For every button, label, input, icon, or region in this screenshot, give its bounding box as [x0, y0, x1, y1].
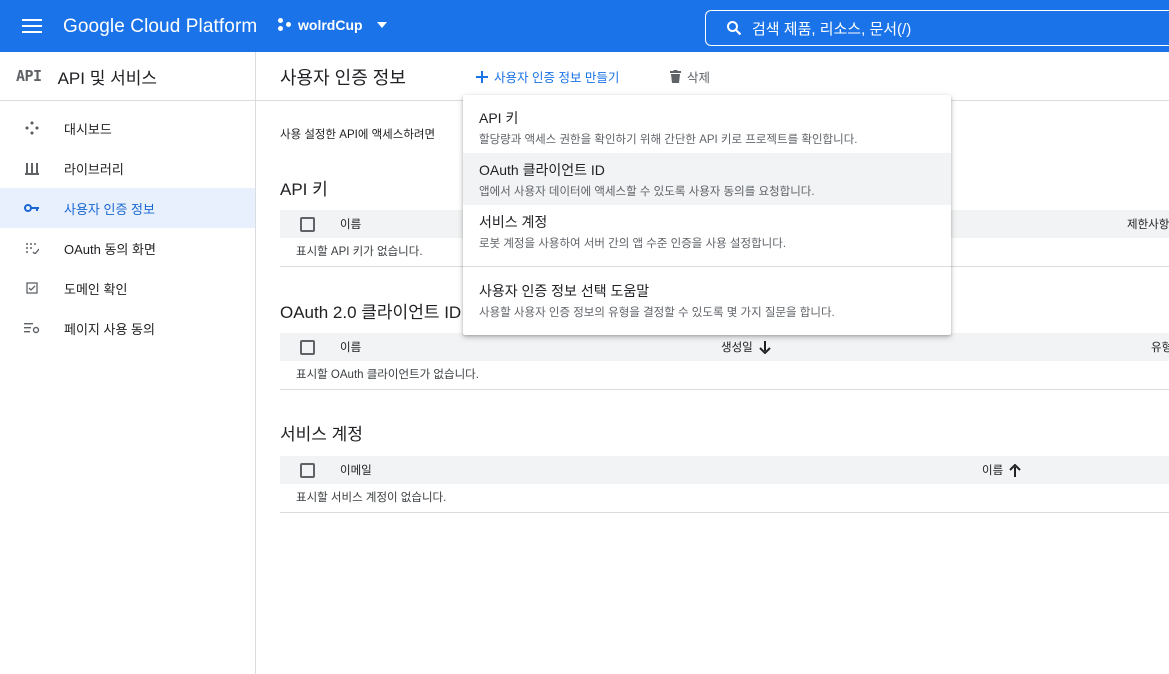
action-bar: 사용자 인증 정보 사용자 인증 정보 만들기 삭제: [256, 52, 1169, 101]
sidebar-item-credentials[interactable]: 사용자 인증 정보: [0, 188, 255, 228]
arrow-up-icon: [1009, 463, 1021, 477]
menu-item-oauth-client-id[interactable]: OAuth 클라이언트 ID 앱에서 사용자 데이터에 액세스할 수 있도록 사…: [463, 153, 951, 205]
menu-icon[interactable]: [22, 19, 42, 33]
sidebar-item-label: 사용자 인증 정보: [64, 201, 155, 217]
sidebar-item-domain-verification[interactable]: 도메인 확인: [0, 268, 255, 308]
menu-item-title: 서비스 계정: [479, 214, 548, 230]
arrow-down-icon: [759, 340, 771, 354]
sidebar-item-library[interactable]: 라이브러리: [0, 148, 255, 188]
sidebar-item-oauth-consent[interactable]: OAuth 동의 화면: [0, 228, 255, 268]
project-icon: [278, 18, 292, 32]
oauth-table-header: 이름 생성일 유형: [280, 333, 1169, 361]
dashboard-icon: [24, 120, 40, 136]
menu-item-title: OAuth 클라이언트 ID: [479, 162, 605, 178]
menu-item-service-account[interactable]: 서비스 계정 로봇 계정을 사용하여 서버 간의 앱 수준 인증을 사용 설정합…: [463, 205, 951, 257]
menu-item-desc: 로봇 계정을 사용하여 서버 간의 앱 수준 인증을 사용 설정합니다.: [479, 238, 787, 250]
service-accounts-table-header: 이메일 이름: [280, 456, 1169, 484]
col-name[interactable]: 이름: [340, 216, 361, 232]
menu-item-desc: 할당량과 액세스 권한을 확인하기 위해 간단한 API 키로 프로젝트를 확인…: [479, 134, 858, 146]
col-type[interactable]: 유형: [1151, 339, 1169, 355]
page-title: 사용자 인증 정보: [280, 68, 406, 88]
menu-divider: [463, 266, 951, 267]
col-created-date[interactable]: 생성일: [721, 339, 771, 355]
sidebar-item-dashboard[interactable]: 대시보드: [0, 108, 255, 148]
sidebar-item-label: OAuth 동의 화면: [64, 241, 156, 257]
sidebar-header: API API 및 서비스: [0, 52, 255, 101]
create-credentials-label: 사용자 인증 정보 만들기: [494, 71, 620, 85]
plus-icon: [476, 70, 488, 83]
caret-down-icon: [376, 22, 387, 28]
create-credentials-menu: API 키 할당량과 액세스 권한을 확인하기 위해 간단한 API 키로 프로…: [463, 95, 951, 335]
sidebar-item-label: 대시보드: [64, 121, 112, 137]
search-placeholder: 검색 제품, 리소스, 문서(/): [752, 20, 912, 38]
key-icon: [24, 200, 40, 216]
brand-title[interactable]: Google Cloud Platform: [63, 16, 257, 38]
menu-item-title: 사용자 인증 정보 선택 도움말: [479, 283, 650, 299]
oauth-empty: 표시할 OAuth 클라이언트가 없습니다.: [280, 361, 1169, 390]
delete-button[interactable]: 삭제: [670, 67, 710, 86]
sidebar: API API 및 서비스 대시보드 라이브러리 사용자 인증 정보 OAuth…: [0, 52, 256, 674]
col-name-label: 이름: [982, 465, 1004, 477]
api-keys-title: API 키: [280, 180, 328, 199]
menu-item-desc: 앱에서 사용자 데이터에 액세스할 수 있도록 사용자 동의를 요청합니다.: [479, 186, 815, 198]
select-all-checkbox[interactable]: [300, 216, 315, 232]
service-accounts-title: 서비스 계정: [280, 425, 363, 444]
sidebar-nav: 대시보드 라이브러리 사용자 인증 정보 OAuth 동의 화면 도메인 확인: [0, 101, 255, 348]
project-name: wolrdCup: [298, 17, 363, 33]
sidebar-item-label: 라이브러리: [64, 161, 124, 177]
create-credentials-button[interactable]: 사용자 인증 정보 만들기: [476, 67, 619, 86]
col-email[interactable]: 이메일: [340, 462, 372, 478]
sidebar-item-label: 도메인 확인: [64, 281, 128, 297]
col-created-label: 생성일: [721, 342, 753, 354]
search-input[interactable]: 검색 제품, 리소스, 문서(/): [705, 10, 1169, 46]
select-all-checkbox[interactable]: [300, 462, 315, 478]
api-logo: API: [16, 67, 42, 85]
checkbox-icon: [24, 280, 40, 296]
sidebar-title: API 및 서비스: [57, 68, 158, 88]
consent-icon: [24, 240, 40, 256]
service-accounts-empty: 표시할 서비스 계정이 없습니다.: [280, 484, 1169, 513]
col-name[interactable]: 이름: [340, 339, 361, 355]
menu-item-desc: 사용할 사용자 인증 정보의 유형을 결정할 수 있도록 몇 가지 질문을 합니…: [479, 307, 835, 319]
settings-list-icon: [24, 320, 40, 336]
search-icon: [727, 21, 742, 36]
oauth-title: OAuth 2.0 클라이언트 ID: [280, 303, 462, 322]
menu-item-help-me-choose[interactable]: 사용자 인증 정보 선택 도움말 사용할 사용자 인증 정보의 유형을 결정할 …: [463, 274, 951, 326]
sidebar-item-label: 페이지 사용 동의: [64, 321, 155, 337]
sidebar-item-page-usage-agreements[interactable]: 페이지 사용 동의: [0, 308, 255, 348]
delete-label: 삭제: [687, 71, 711, 85]
trash-icon: [670, 70, 681, 83]
menu-item-title: API 키: [479, 110, 519, 126]
library-icon: [24, 160, 40, 176]
col-name-sort[interactable]: 이름: [982, 462, 1021, 478]
project-selector[interactable]: wolrdCup: [278, 17, 387, 33]
top-app-bar: Google Cloud Platform wolrdCup 검색 제품, 리소…: [0, 0, 1169, 52]
col-restrictions[interactable]: 제한사항: [1127, 216, 1169, 232]
intro-text: 사용 설정한 API에 액세스하려면: [280, 129, 436, 141]
select-all-checkbox[interactable]: [300, 339, 315, 355]
menu-item-api-key[interactable]: API 키 할당량과 액세스 권한을 확인하기 위해 간단한 API 키로 프로…: [463, 101, 951, 153]
